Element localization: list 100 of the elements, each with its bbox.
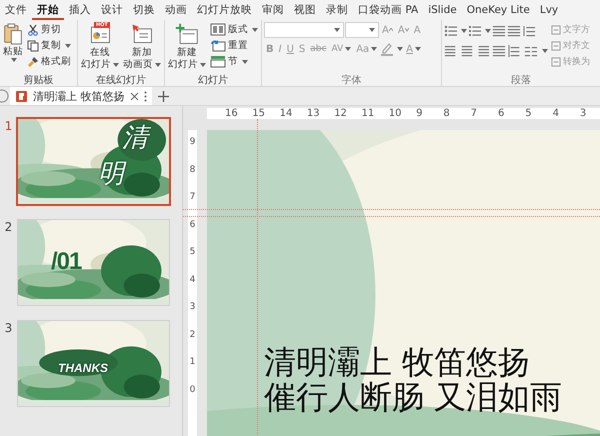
font-size-field[interactable] — [345, 22, 379, 38]
scissors-icon — [27, 24, 39, 36]
caret-icon — [371, 47, 378, 51]
highlight-icon[interactable] — [380, 42, 394, 56]
ruler-number: 15 — [252, 108, 266, 119]
line-spacing-icon[interactable] — [522, 24, 536, 38]
slide-thumbnail[interactable]: /01 — [17, 219, 170, 306]
ruler-number: 4 — [188, 274, 196, 286]
ribbon-button[interactable]: 节 — [209, 54, 259, 69]
menu-tab[interactable]: 幻灯片放映 — [192, 3, 257, 20]
copy-button[interactable]: 复制 — [26, 38, 72, 53]
calligraphy-text: 明 — [98, 161, 124, 187]
ruler-number: 6 — [188, 220, 196, 232]
presentation-icon — [15, 90, 28, 102]
text-tool-icon — [551, 40, 561, 50]
distribute-icon[interactable] — [508, 44, 522, 58]
caret-icon — [334, 28, 340, 32]
justify-icon[interactable] — [492, 44, 506, 58]
brush-icon — [27, 56, 39, 68]
caret-icon — [397, 47, 404, 51]
align-center-icon[interactable] — [460, 44, 474, 58]
reset-icon — [210, 39, 226, 52]
group-label: 剪贴板 — [22, 74, 54, 86]
ruler-number: 8 — [188, 164, 196, 176]
indent-icon[interactable] — [507, 24, 521, 38]
ribbon-button[interactable]: 重置 — [209, 38, 259, 53]
menu-tab[interactable]: OneKey Lite — [462, 3, 535, 20]
ruler-number: 7 — [470, 108, 478, 119]
menu-tab[interactable]: 动画 — [160, 3, 192, 20]
slide-thumbnail[interactable]: THANKS — [17, 320, 170, 407]
menu-tab[interactable]: 设计 — [96, 3, 128, 20]
ruler-number: 13 — [306, 108, 321, 119]
ruler-number: 5 — [188, 247, 196, 259]
slide-text: 清明灞上 牧笛悠扬 — [264, 345, 532, 380]
ruler-number: 12 — [334, 108, 348, 119]
layout-icon — [210, 23, 226, 36]
slide-number: 3 — [4, 320, 14, 335]
ruler-number: 4 — [552, 108, 560, 119]
align-left-icon[interactable] — [444, 44, 458, 58]
ruler-number: 10 — [388, 108, 403, 119]
slide-thumbnail[interactable]: 清 明 — [16, 117, 171, 206]
slide-number: 1 — [4, 118, 14, 133]
menu-tab[interactable]: 插入 — [64, 3, 96, 20]
caret-icon — [485, 29, 491, 33]
menu-tab[interactable]: 视图 — [289, 3, 321, 20]
close-icon[interactable] — [130, 92, 138, 100]
group-label: 幻灯片 — [197, 74, 229, 86]
down-caret-icon — [404, 28, 409, 32]
ruler-number: 6 — [498, 108, 506, 119]
slide-text: 催行人断肠 又泪如雨 — [264, 380, 562, 415]
text-tool-icon — [551, 24, 561, 34]
copy-icon — [27, 40, 39, 52]
ribbon-button[interactable]: 版式 — [209, 22, 259, 37]
menu-tab[interactable]: 审阅 — [257, 3, 289, 20]
caret-icon — [415, 47, 422, 51]
ruler-number: 9 — [188, 137, 196, 149]
outdent-icon[interactable] — [492, 24, 506, 38]
menu-tab[interactable]: 口袋动画 PA — [353, 3, 424, 20]
ruler-number: 9 — [416, 108, 424, 119]
caret-icon — [345, 47, 352, 51]
document-tab[interactable]: 清明灞上 牧笛悠扬 — [10, 87, 152, 105]
menu-tab[interactable]: 切换 — [128, 3, 160, 20]
caret-icon — [242, 60, 248, 64]
align-right-icon[interactable] — [476, 44, 490, 58]
paste-button[interactable]: 粘贴 — [2, 22, 24, 73]
section-icon — [210, 55, 226, 68]
ribbon-button[interactable]: 新加 动画页 — [122, 22, 162, 73]
thanks-text: THANKS — [58, 361, 108, 375]
font-name-field[interactable] — [264, 22, 344, 38]
group-label: 段落 — [510, 74, 532, 86]
caret-icon — [65, 44, 71, 48]
caret-icon — [11, 58, 17, 62]
ruler-number: 1 — [188, 357, 196, 369]
caret-icon — [155, 63, 161, 67]
columns-icon[interactable] — [524, 44, 538, 58]
caret-icon — [113, 63, 119, 67]
caret-icon — [252, 28, 258, 32]
group-label: 字体 — [340, 74, 362, 86]
ruler-number: 14 — [280, 108, 294, 119]
text-tool-icon — [551, 56, 561, 66]
menu-tab[interactable]: 录制 — [321, 3, 353, 20]
menu-tab[interactable]: Lvy — [534, 3, 564, 20]
new-slide-button[interactable]: 新建 幻灯片 — [167, 22, 207, 73]
ruler-number: 3 — [188, 302, 196, 314]
group-label: 在线幻灯片 — [95, 74, 147, 86]
ruler-number: 0 — [188, 384, 196, 396]
more-icon[interactable] — [144, 90, 146, 102]
ruler-number: 2 — [188, 330, 196, 342]
format-painter-button[interactable]: 格式刷 — [26, 54, 72, 69]
ruler-number: 5 — [525, 108, 533, 119]
caret-icon — [542, 49, 548, 53]
menu-tab[interactable]: 文件 — [0, 3, 32, 20]
ruler-number: 3 — [580, 108, 588, 119]
ruler-number: 7 — [188, 192, 196, 204]
menu-tab[interactable]: iSlide — [423, 3, 462, 20]
cut-button[interactable]: 剪切 — [26, 22, 72, 37]
bullets-icon[interactable] — [444, 24, 458, 38]
ruler-number: 8 — [443, 108, 451, 119]
plus-icon — [158, 90, 168, 102]
numbering-icon[interactable] — [468, 24, 482, 38]
